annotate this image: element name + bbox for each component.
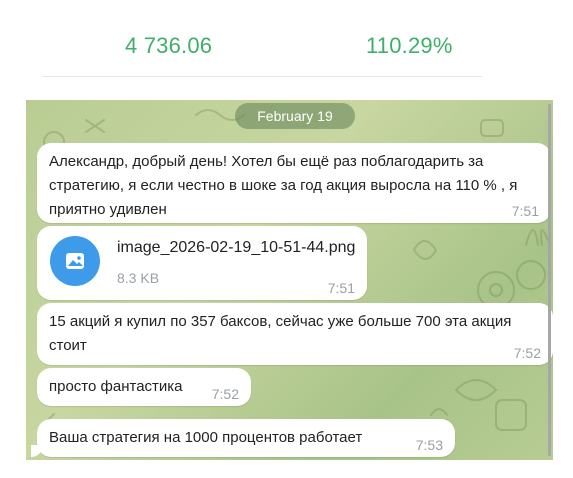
image-glyph xyxy=(66,253,84,269)
file-name[interactable]: image_2026-02-19_10-51-44.png xyxy=(117,236,355,260)
message-bubble[interactable]: Ваша стратегия на 1000 процентов работае… xyxy=(31,419,455,457)
stats-row: 4 736.06 110.29% xyxy=(0,0,573,92)
message-time: 7:53 xyxy=(415,437,443,453)
stat-value-percent: 110.29% xyxy=(366,33,453,58)
message-bubble[interactable]: 15 акций я купил по 357 баксов, сейчас у… xyxy=(37,303,553,365)
message-bubble[interactable]: Александр, добрый день! Хотел бы ещё раз… xyxy=(37,143,551,223)
chat-area[interactable]: February 19 Александр, добрый день! Хоте… xyxy=(26,100,553,460)
message-text: Александр, добрый день! Хотел бы ещё раз… xyxy=(49,153,518,218)
message-time: 7:52 xyxy=(211,386,239,402)
message-text: 15 акций я купил по 357 баксов, сейчас у… xyxy=(49,313,512,354)
image-icon[interactable] xyxy=(50,236,100,286)
message-time: 7:51 xyxy=(327,280,355,296)
message-text: Ваша стратегия на 1000 процентов работае… xyxy=(49,429,363,446)
message-bubble[interactable]: просто фантастика 7:52 xyxy=(37,368,251,406)
date-separator: February 19 xyxy=(235,103,355,129)
scrollbar[interactable] xyxy=(548,104,551,456)
message-time: 7:51 xyxy=(511,203,539,219)
stat-value-amount: 4 736.06 xyxy=(125,33,213,58)
message-time: 7:52 xyxy=(513,345,541,361)
divider xyxy=(42,76,482,77)
file-message-bubble[interactable]: image_2026-02-19_10-51-44.png 8.3 KB 7:5… xyxy=(37,226,367,300)
file-size: 8.3 KB xyxy=(117,270,160,286)
